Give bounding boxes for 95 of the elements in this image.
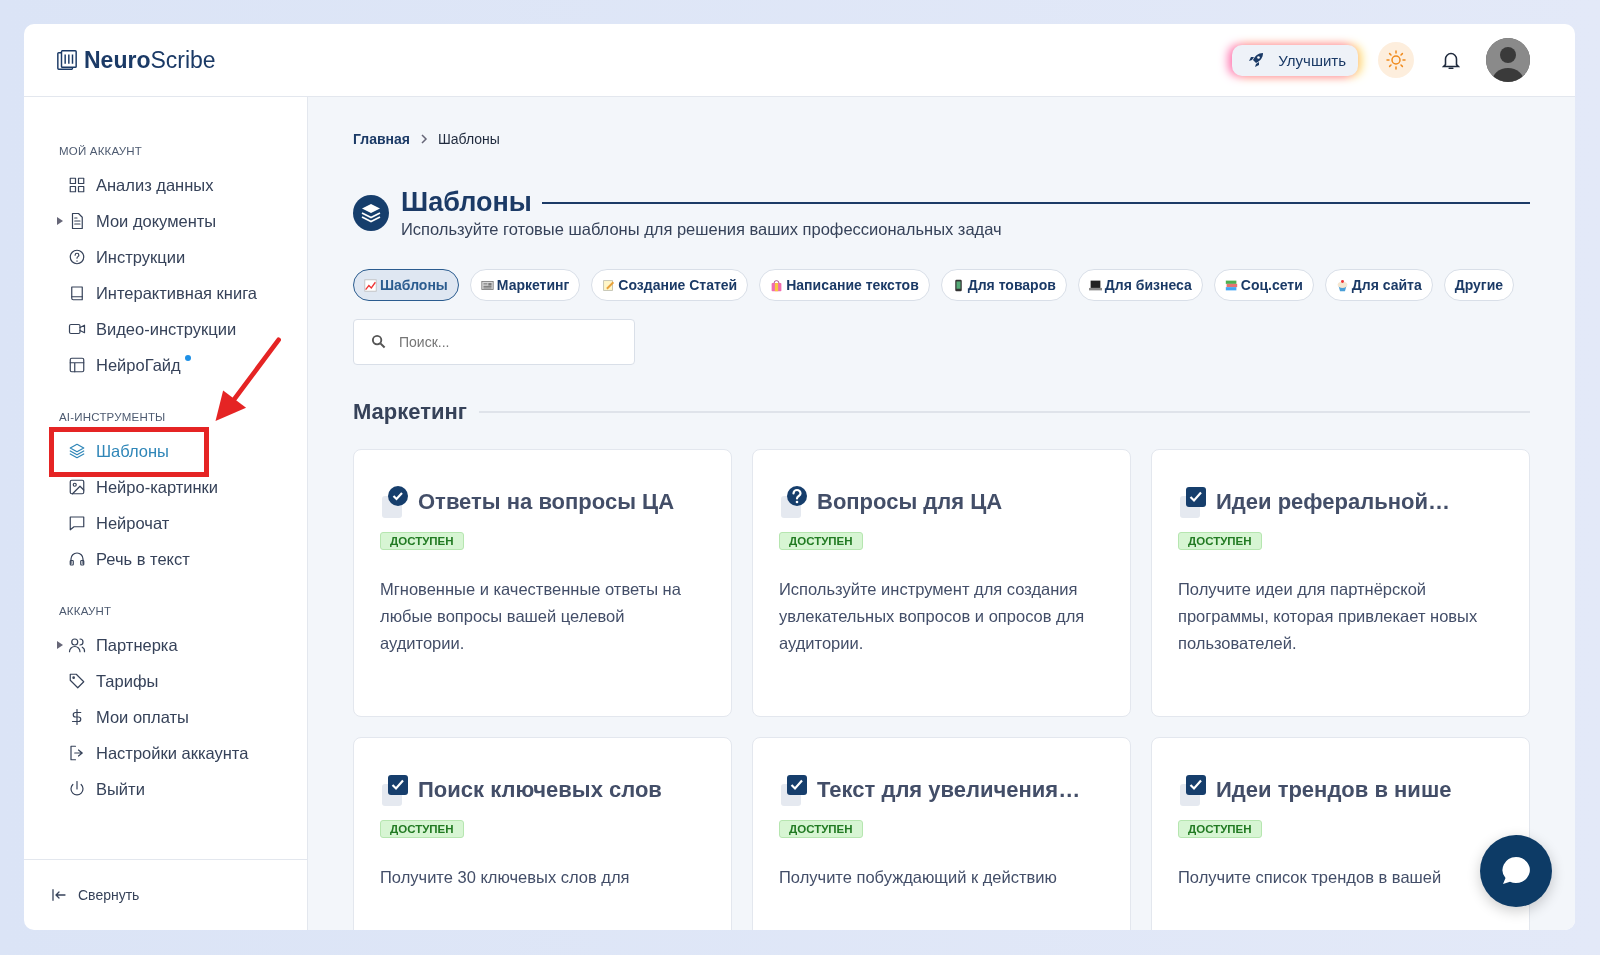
page-title: Шаблоны (401, 187, 532, 218)
users-icon (68, 636, 86, 654)
books-icon (1224, 278, 1238, 292)
card-description: Получите побуждающий к действию (779, 867, 1058, 888)
section-title: МОЙ АККАУНТ (59, 145, 144, 157)
chevron-icon (419, 134, 428, 144)
collapse-button[interactable]: Свернуть (24, 859, 307, 930)
card-title: Вопросы для ЦА (817, 489, 1003, 515)
avatar[interactable] (1486, 38, 1530, 82)
shopping-bag-icon (770, 278, 784, 292)
check-badge-icon (380, 486, 410, 518)
page-subtitle: Используйте готовые шаблоны для решения ваших профессиональных задач (401, 220, 1003, 239)
layout-icon (68, 356, 86, 374)
checkbox-icon (779, 774, 809, 806)
section-heading: Маркетинг (353, 399, 467, 425)
theme-toggle[interactable] (1378, 42, 1414, 78)
sidebar-item[interactable]: Шаблоны (59, 433, 169, 469)
newspaper-icon (480, 278, 494, 292)
sidebar-item[interactable]: Анализ данных (59, 167, 214, 203)
book-icon (68, 284, 86, 302)
category-chip[interactable]: Написание текстов (759, 269, 930, 301)
card-description: Получите идеи для партнёрской программы, которая привлекает новых пользователей. (1178, 579, 1479, 654)
sidebar-item[interactable]: Нейрочат (59, 505, 170, 541)
search-field[interactable]: Поиск... (353, 319, 635, 365)
section-title: AI-ИНСТРУМЕНТЫ (59, 411, 167, 423)
category-chip[interactable]: Соц.сети (1213, 269, 1314, 301)
sidebar-item[interactable]: Нейро-картинки (59, 469, 219, 505)
template-card[interactable]: Текст для увеличения… ДОСТУПЕН Получите побуждающий к действию (752, 737, 1131, 930)
logo-icon (56, 49, 78, 71)
checkbox-icon (380, 774, 410, 806)
image-icon (68, 478, 86, 496)
status-badge: ДОСТУПЕН (779, 820, 863, 838)
category-chip[interactable]: Маркетинг (469, 269, 581, 301)
caret-icon[interactable] (57, 217, 63, 225)
sidebar-item[interactable]: Речь в текст (59, 541, 190, 577)
status-badge: ДОСТУПЕН (779, 532, 863, 550)
collapse-icon (50, 886, 68, 904)
checkbox-icon (1178, 774, 1208, 806)
tag-icon (68, 672, 86, 690)
template-card[interactable]: Поиск ключевых слов ДОСТУПЕН Получите 30 ключевых слов для (353, 737, 732, 930)
layers-icon (68, 442, 86, 460)
category-chip[interactable]: Другие (1443, 269, 1515, 301)
sidebar-item[interactable]: Выйти (59, 771, 145, 807)
category-chip[interactable]: Для бизнеса (1077, 269, 1203, 301)
question-badge-icon (779, 486, 809, 518)
logo-text: NeuroScribe (84, 46, 216, 74)
sun-icon (1386, 50, 1406, 70)
template-card[interactable]: Вопросы для ЦА ДОСТУПЕН Используйте инструмент для создания увлекательных вопросов и опросов для аудитории. (752, 449, 1131, 717)
status-badge: ДОСТУПЕН (380, 820, 464, 838)
category-chip[interactable]: Шаблоны (353, 269, 459, 301)
sidebar-item[interactable]: Интерактивная книга (59, 275, 257, 311)
breadcrumb-current: Шаблоны (437, 131, 500, 147)
sidebar-item[interactable]: НейроГайд (59, 347, 181, 383)
template-card[interactable]: Идеи реферальной… ДОСТУПЕН Получите идеи для партнёрской программы, которая привлекает новых пользователей. (1151, 449, 1530, 717)
template-card[interactable]: Ответы на вопросы ЦА ДОСТУПЕН Мгновенные и качественные ответы на любые вопросы вашей целевой аудитории. (353, 449, 732, 717)
chat-icon (68, 514, 86, 532)
power-icon (68, 780, 86, 798)
logout-icon (68, 744, 86, 762)
category-chip[interactable]: Для товаров (940, 269, 1067, 301)
card-description: Получите список трендов в вашей (1178, 867, 1443, 888)
card-description: Мгновенные и качественные ответы на любые вопросы вашей целевой аудитории. (380, 579, 682, 654)
card-title: Поиск ключевых слов (418, 777, 662, 803)
sidebar-item[interactable]: Мои оплаты (59, 699, 189, 735)
sidebar-item[interactable]: Настройки аккаунта (59, 735, 249, 771)
breadcrumb-link[interactable]: Главная (353, 131, 410, 147)
card-title: Идеи реферальной… (1216, 489, 1450, 515)
chart-icon (364, 278, 377, 292)
category-chip[interactable]: Для сайта (1324, 269, 1433, 301)
status-badge: ДОСТУПЕН (380, 532, 464, 550)
layers-icon (353, 195, 389, 231)
section-title: АККАУНТ (59, 605, 113, 617)
rocket-icon (1248, 52, 1265, 68)
template-card[interactable]: Идеи трендов в нише ДОСТУПЕН Получите список трендов в вашей (1151, 737, 1530, 930)
status-badge: ДОСТУПЕН (1178, 820, 1262, 838)
laptop-icon (1088, 278, 1102, 292)
category-chip[interactable]: Создание Статей (591, 269, 749, 301)
card-description: Используйте инструмент для создания увлекательных вопросов и опросов для аудитории. (779, 579, 1086, 654)
sidebar-item[interactable]: Видео-инструкции (59, 311, 237, 347)
status-badge: ДОСТУПЕН (1178, 532, 1262, 550)
help-icon (68, 248, 86, 266)
grid-icon (68, 176, 86, 194)
sidebar-item[interactable]: Партнерка (59, 627, 178, 663)
cupcake-icon (1335, 278, 1349, 292)
sidebar-item[interactable]: Тарифы (59, 663, 159, 699)
sidebar-item[interactable]: Инструкции (59, 239, 186, 275)
card-title: Идеи трендов в нише (1216, 777, 1452, 803)
upgrade-button[interactable]: Улучшить (1232, 44, 1358, 76)
memo-icon (602, 278, 616, 292)
headphones-icon (68, 550, 86, 568)
checkbox-icon (1178, 486, 1208, 518)
card-title: Текст для увеличения… (817, 777, 1081, 803)
card-description: Получите 30 ключевых слов для (380, 867, 631, 888)
caret-icon[interactable] (57, 641, 63, 649)
card-title: Ответы на вопросы ЦА (418, 489, 675, 515)
sidebar-item[interactable]: Мои документы (59, 203, 217, 239)
